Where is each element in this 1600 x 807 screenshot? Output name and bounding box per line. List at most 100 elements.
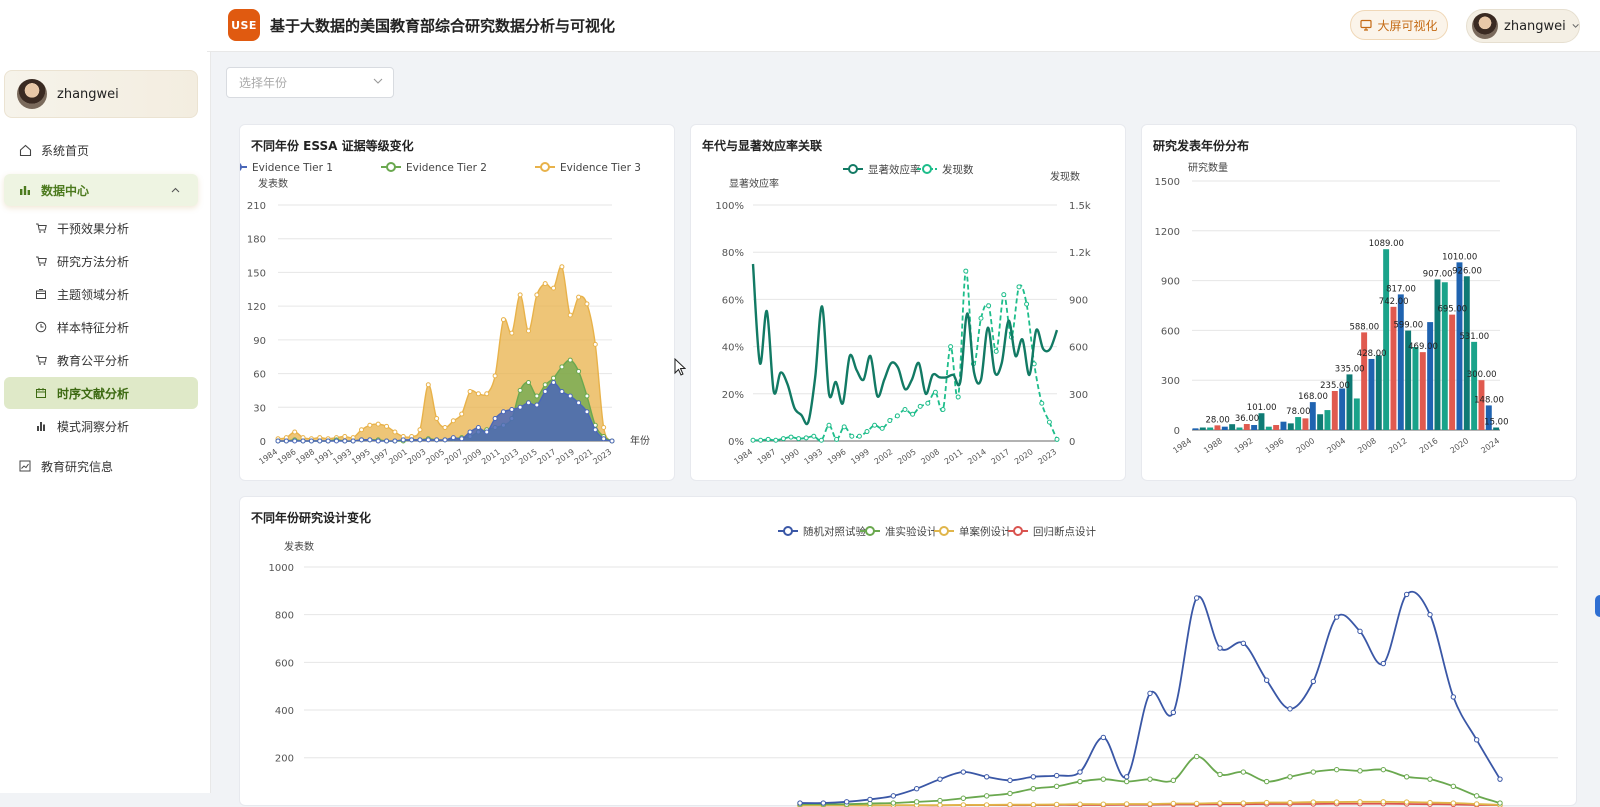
sidebar-user-card[interactable]: zhangwei: [4, 70, 198, 118]
data-point: [384, 423, 390, 429]
user-menu[interactable]: zhangwei: [1466, 9, 1580, 43]
data-point: [500, 409, 506, 415]
legend-label: Evidence Tier 2: [406, 162, 487, 174]
data-point: [584, 393, 590, 399]
data-point: [834, 436, 840, 442]
bar: [1434, 279, 1441, 430]
data-point: [609, 438, 615, 444]
data-point: [1240, 800, 1247, 806]
x-tick-label: 1996: [1264, 436, 1286, 455]
data-point: [937, 776, 943, 782]
cart-icon: [34, 221, 48, 235]
data-point: [1287, 774, 1293, 780]
essa-area-chart: 发表数年份 0 30 60 90 120 150 180 210 1984198619881991…: [240, 162, 650, 466]
data-point: [300, 438, 306, 444]
sidebar-item-research-info[interactable]: 教育研究信息: [4, 450, 198, 482]
sidebar-item-intervention[interactable]: 干预效果分析: [4, 212, 198, 244]
year-select[interactable]: 选择年份: [226, 67, 394, 98]
bar: [1383, 249, 1390, 430]
data-point: [1100, 776, 1107, 782]
data-point: [450, 435, 456, 441]
bar-data-label: 695.00: [1437, 305, 1467, 315]
sidebar-item-methods[interactable]: 研究方法分析: [4, 245, 198, 277]
data-point: [601, 436, 607, 442]
data-point: [1024, 301, 1030, 307]
data-point: [960, 795, 967, 801]
legend-label: 单案例设计: [959, 525, 1012, 538]
sidebar-item-equity[interactable]: 教育公平分析: [4, 344, 198, 376]
cart-icon: [34, 254, 48, 268]
x-tick-label: 2008: [1356, 436, 1378, 455]
data-point: [325, 438, 331, 444]
data-point: [1001, 292, 1007, 298]
data-point: [1450, 800, 1457, 806]
x-tick-label: 2004: [1325, 436, 1347, 455]
bar: [1207, 427, 1214, 430]
data-point: [1287, 706, 1293, 712]
data-point: [425, 437, 431, 443]
data-point: [937, 797, 943, 804]
data-point: [937, 802, 943, 807]
bar: [1339, 388, 1346, 430]
legend-marker: [783, 526, 793, 536]
x-tick-label: 1995: [350, 447, 372, 466]
bar: [1419, 352, 1426, 430]
float-handle[interactable]: [1595, 595, 1600, 617]
data-point: [567, 312, 573, 318]
legend-marker: [865, 526, 875, 536]
bar: [1331, 390, 1338, 430]
sidebar-item-timeseries[interactable]: 时序文献分析: [4, 377, 198, 409]
bar: [1375, 355, 1382, 430]
data-point: [826, 422, 832, 428]
data-point: [1193, 595, 1200, 601]
x-tick-label: 2011: [943, 447, 965, 466]
bar: [1258, 413, 1265, 430]
bigscreen-button[interactable]: 大屏可视化: [1350, 10, 1448, 40]
bar-data-label: 588.00: [1349, 322, 1379, 332]
y-tick-label: 600: [1161, 326, 1180, 337]
data-point: [1497, 776, 1503, 782]
data-point: [551, 285, 557, 291]
x-tick-label: 2005: [424, 447, 446, 466]
data-point: [292, 429, 298, 435]
data-point: [890, 793, 897, 799]
data-point: [1077, 801, 1083, 807]
data-point: [1310, 799, 1317, 805]
data-point: [542, 382, 548, 388]
data-point: [1123, 774, 1130, 780]
data-point: [484, 429, 490, 435]
data-point: [796, 436, 802, 442]
data-point: [1240, 769, 1247, 775]
bar: [1192, 428, 1199, 430]
data-point: [542, 281, 548, 287]
sidebar-item-sample[interactable]: 样本特征分析: [4, 311, 198, 343]
data-point: [601, 425, 607, 431]
x-tick-label: 2015: [517, 447, 539, 466]
sidebar-item-home[interactable]: 系统首页: [4, 134, 198, 166]
data-point: [317, 438, 323, 444]
x-tick-label: 1988: [1202, 436, 1224, 455]
sidebar-item-data-center[interactable]: 数据中心: [4, 174, 198, 206]
data-point: [983, 793, 990, 799]
x-tick-label: 1997: [369, 447, 391, 466]
sidebar-item-topics[interactable]: 主题领域分析: [4, 278, 198, 310]
calendar-icon: [34, 386, 48, 400]
sidebar-item-label: 研究方法分析: [57, 254, 130, 269]
data-point: [559, 389, 565, 395]
legend-marker: [939, 526, 949, 536]
sidebar-item-patterns[interactable]: 模式洞察分析: [4, 410, 198, 442]
data-point: [417, 427, 423, 433]
x-tick-label: 2020: [1013, 447, 1035, 466]
data-point: [1263, 778, 1270, 785]
data-point: [450, 418, 456, 424]
trend-icon: [18, 459, 32, 473]
data-point: [879, 425, 885, 431]
bar-data-label: 168.00: [1298, 392, 1328, 402]
data-point: [1100, 734, 1107, 741]
data-point: [592, 427, 598, 433]
bar: [1427, 322, 1434, 430]
x-tick-label: 2005: [896, 447, 918, 466]
data-point: [856, 433, 862, 439]
y-axis-label: 显著效应率: [729, 177, 779, 190]
research-design-line-chart: 发表数 200 400 600 800 1000 随机对照试验 准实验设计 单案例设计 回归断点设…: [269, 525, 1558, 807]
